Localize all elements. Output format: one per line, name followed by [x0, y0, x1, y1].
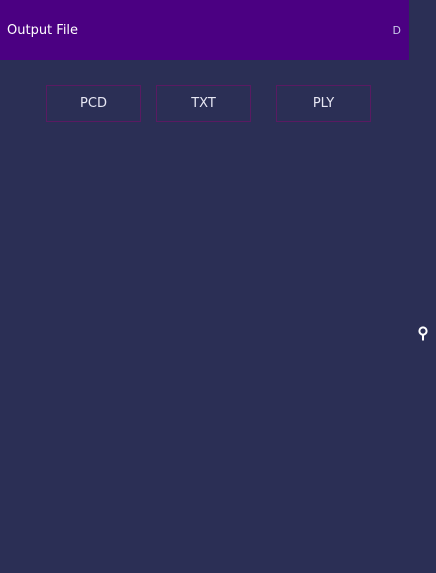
- pcd-format-button[interactable]: PCD: [46, 85, 141, 122]
- output-file-panel: Output File D PCD TXT PLY: [0, 0, 409, 573]
- txt-format-button[interactable]: TXT: [156, 85, 251, 122]
- panel-title: Output File: [7, 22, 79, 38]
- pin-icon-graphic: [418, 326, 428, 341]
- ply-format-button[interactable]: PLY: [276, 85, 371, 122]
- app-window: Output File D PCD TXT PLY: [0, 0, 436, 573]
- panel-header: Output File D: [0, 0, 409, 60]
- pin-icon[interactable]: [417, 326, 429, 342]
- header-action-button[interactable]: D: [393, 25, 401, 36]
- side-strip: [409, 0, 436, 573]
